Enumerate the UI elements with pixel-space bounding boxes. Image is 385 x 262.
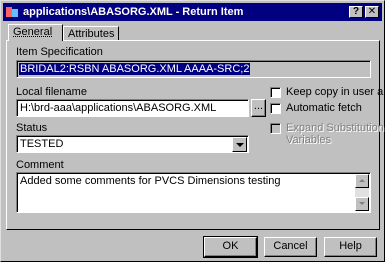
comment-textarea[interactable]: Added some comments for PVCS Dimensions …: [16, 172, 371, 213]
status-label: Status: [16, 122, 48, 134]
browse-button[interactable]: ...: [251, 99, 266, 117]
close-title-button[interactable]: ✕: [365, 6, 379, 18]
status-value: TESTED: [20, 138, 64, 150]
tab-attributes[interactable]: Attributes: [63, 26, 119, 41]
help-button[interactable]: Help: [324, 237, 377, 257]
general-panel: Item Specification BRIDAL2:RSBN ABASORG.…: [6, 40, 385, 230]
item-spec-label: Item Specification: [16, 46, 103, 58]
local-filename-value: H:\brd-aaa\applications\ABASORG.XML: [20, 102, 217, 114]
automatic-fetch-label[interactable]: Automatic fetch: [286, 102, 362, 114]
scroll-up-icon[interactable]: [355, 174, 369, 188]
item-spec-value: BRIDAL2:RSBN ABASORG.XML AAAA-SRC;2: [19, 63, 251, 75]
expand-substitution-label-line1: Expand Substitution: [286, 122, 384, 134]
tab-general-label: General: [13, 26, 53, 38]
local-filename-input[interactable]: H:\brd-aaa\applications\ABASORG.XML: [16, 99, 249, 117]
keep-copy-label[interactable]: Keep copy in user area: [286, 86, 385, 98]
item-spec-field[interactable]: BRIDAL2:RSBN ABASORG.XML AAAA-SRC;2: [16, 60, 371, 78]
comment-scrollbar[interactable]: [355, 174, 369, 211]
ok-button[interactable]: OK: [203, 236, 258, 258]
window-title: applications\ABASORG.XML - Return Item: [23, 6, 244, 18]
tab-general[interactable]: General: [8, 24, 63, 41]
automatic-fetch-checkbox[interactable]: [270, 103, 281, 114]
comment-value: Added some comments for PVCS Dimensions …: [20, 175, 281, 187]
scroll-down-icon[interactable]: [355, 197, 369, 211]
cancel-button[interactable]: Cancel: [264, 237, 317, 257]
local-filename-label: Local filename: [16, 86, 87, 98]
chevron-down-icon[interactable]: [232, 137, 247, 152]
help-title-button[interactable]: ?: [349, 6, 363, 18]
keep-copy-checkbox[interactable]: [270, 87, 281, 98]
expand-substitution-label-line2: Variables: [286, 134, 332, 146]
dialog-window: applications\ABASORG.XML - Return Item ?…: [0, 0, 385, 262]
title-bar[interactable]: applications\ABASORG.XML - Return Item ?…: [3, 3, 382, 21]
status-select[interactable]: TESTED: [16, 135, 249, 153]
app-icon: [5, 5, 19, 19]
expand-substitution-checkbox: [270, 123, 281, 134]
tab-attributes-label: Attributes: [68, 28, 115, 40]
comment-label: Comment: [16, 159, 64, 171]
